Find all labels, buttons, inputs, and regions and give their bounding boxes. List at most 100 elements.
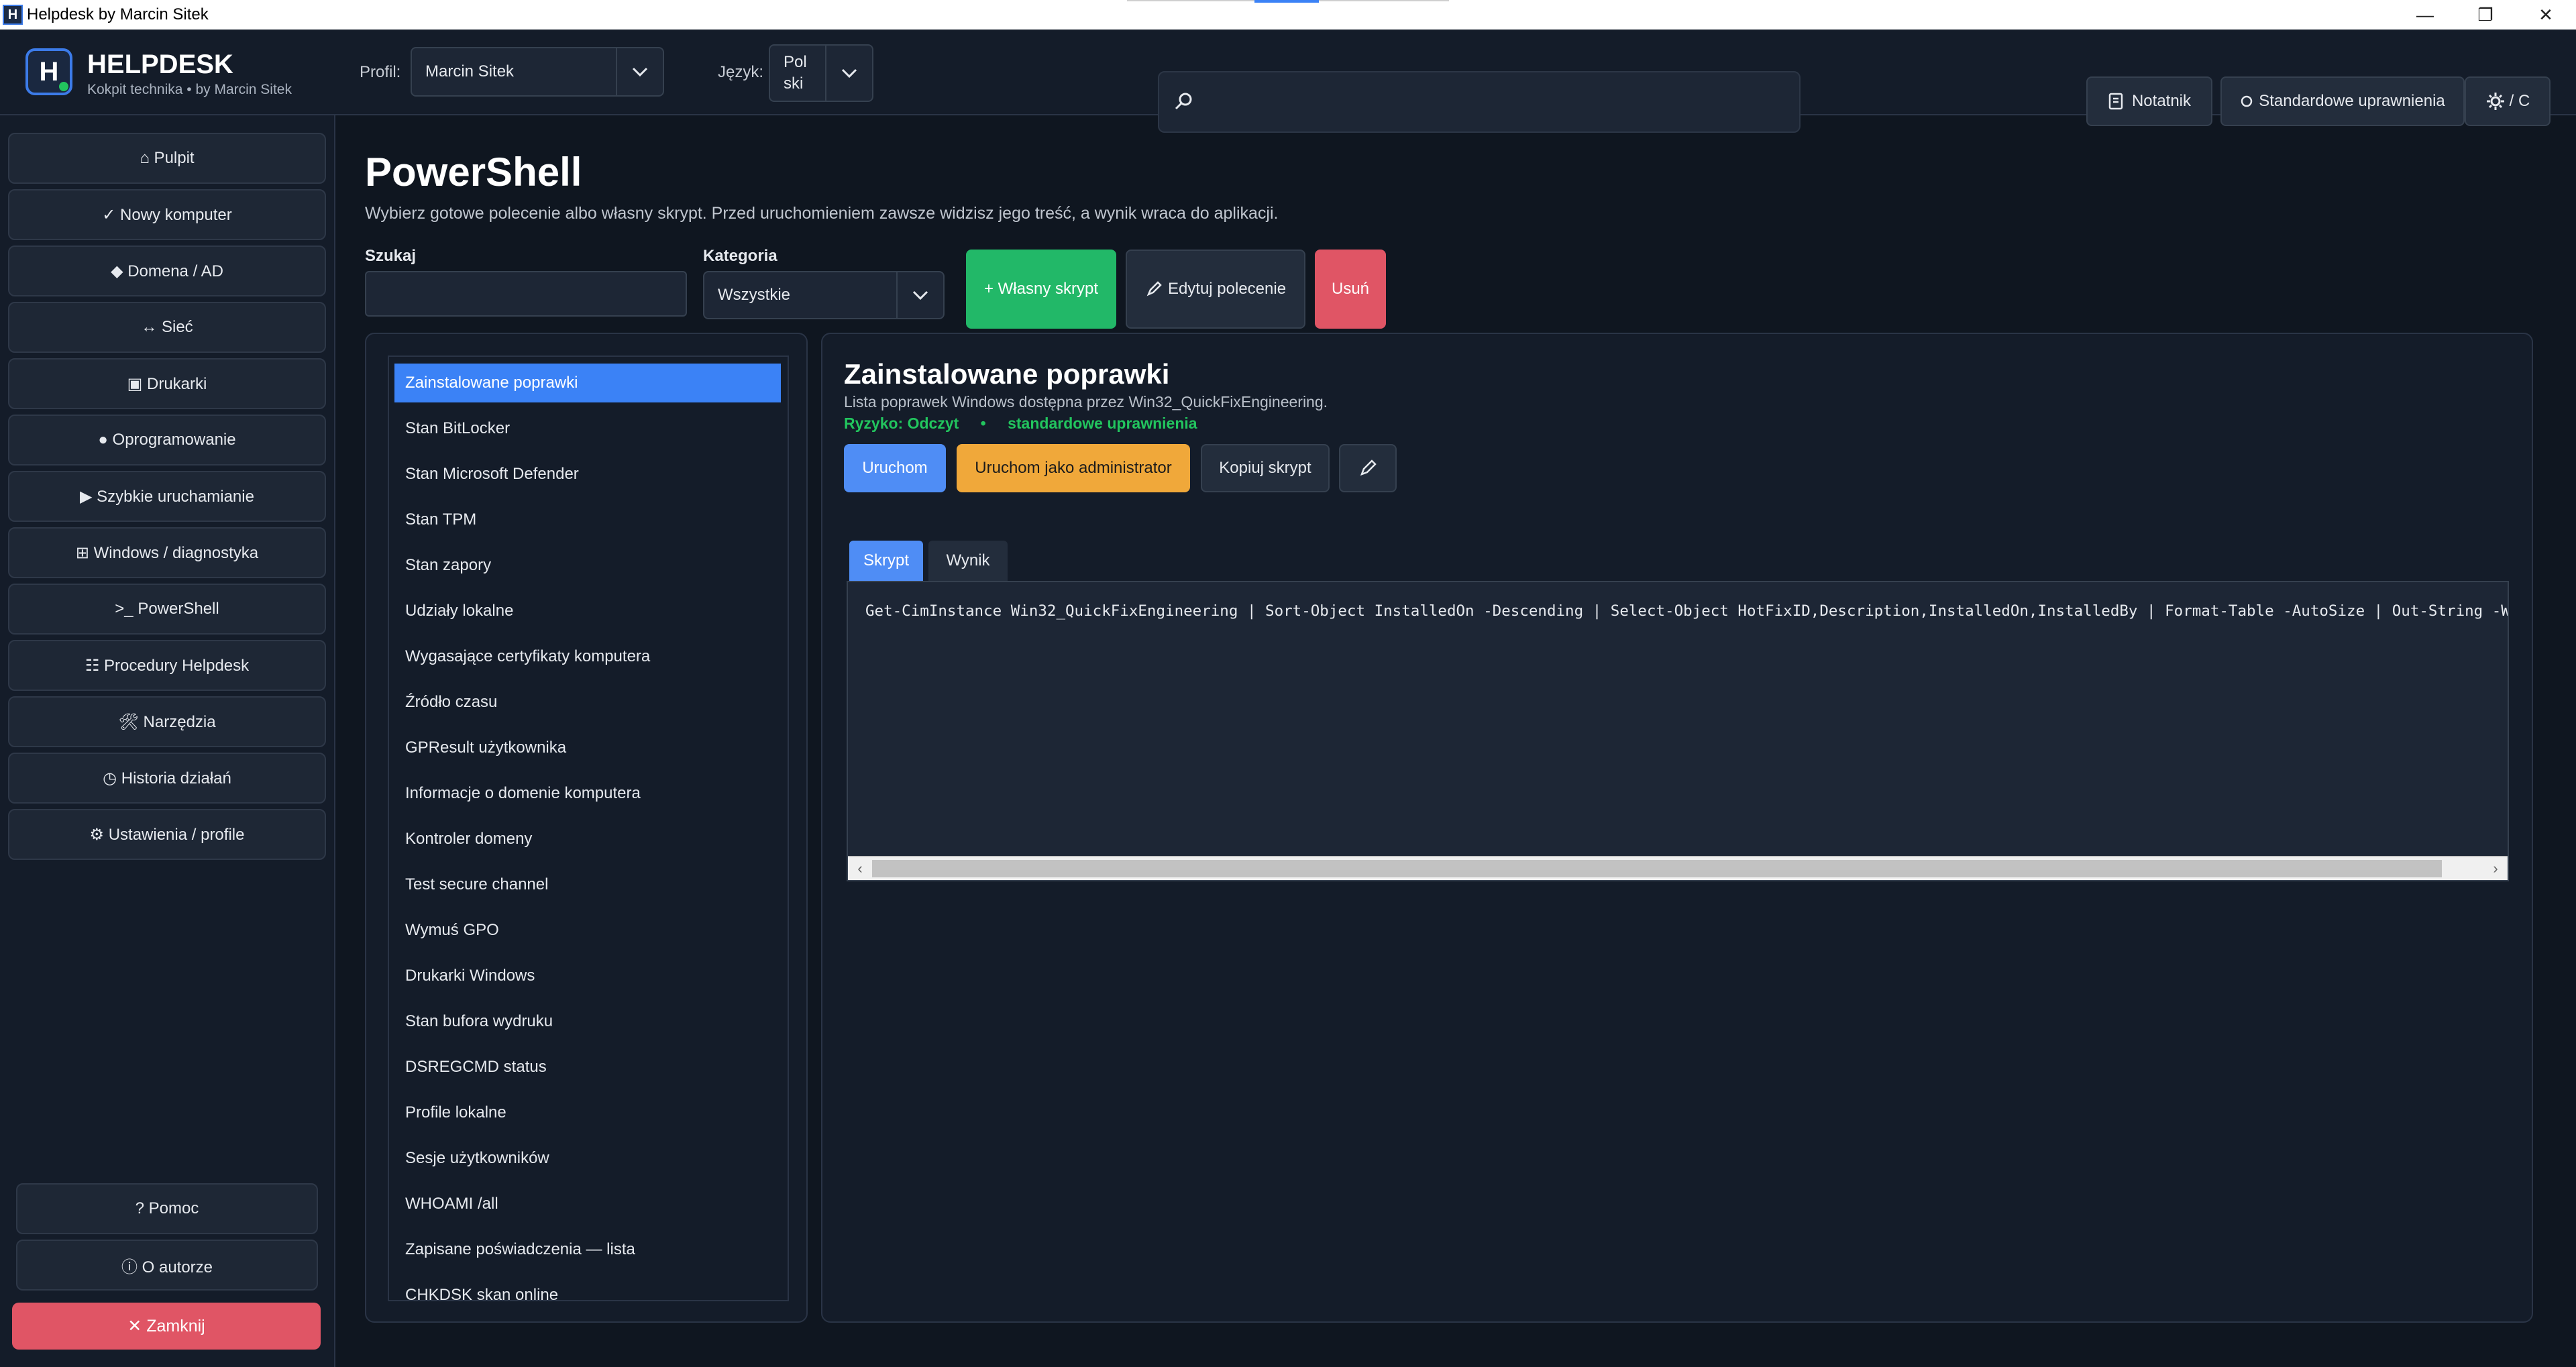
- sidebar-item-siec[interactable]: ↔ Sieć: [8, 302, 326, 353]
- script-text: Get-CimInstance Win32_QuickFixEngineerin…: [865, 602, 2509, 620]
- list-item[interactable]: Drukarki Windows: [394, 956, 781, 995]
- list-item[interactable]: Wymuś GPO: [394, 911, 781, 950]
- sidebar-item-historia[interactable]: ◷ Historia działań: [8, 753, 326, 804]
- detail-description: Lista poprawek Windows dostępna przez Wi…: [844, 393, 1328, 411]
- sidebar-item-procedury[interactable]: ☷ Procedury Helpdesk: [8, 640, 326, 691]
- tab-script[interactable]: Skrypt: [849, 541, 923, 581]
- search-icon: [1175, 93, 1192, 110]
- sidebar-item-drukarki[interactable]: ▣ Drukarki: [8, 358, 326, 409]
- list-item[interactable]: Profile lokalne: [394, 1093, 781, 1132]
- delete-button[interactable]: Usuń: [1315, 250, 1386, 329]
- category-select[interactable]: Wszystkie: [703, 271, 945, 319]
- list-item[interactable]: Kontroler domeny: [394, 820, 781, 859]
- logo-status-dot: [59, 82, 68, 91]
- language-value: Pol ski: [784, 53, 807, 93]
- gear-icon: [2486, 93, 2504, 110]
- detail-title: Zainstalowane poprawki: [844, 358, 1170, 390]
- language-select[interactable]: Pol ski: [769, 44, 873, 102]
- brand-subtitle: Kokpit technika • by Marcin Sitek: [87, 82, 292, 97]
- edit-script-button[interactable]: [1339, 444, 1397, 492]
- script-viewer[interactable]: Get-CimInstance Win32_QuickFixEngineerin…: [847, 581, 2509, 881]
- list-item[interactable]: Źródło czasu: [394, 683, 781, 722]
- list-item[interactable]: Stan bufora wydruku: [394, 1002, 781, 1041]
- scroll-left-icon[interactable]: ‹: [848, 857, 872, 880]
- sidebar-item-oprogramowanie[interactable]: ● Oprogramowanie: [8, 415, 326, 466]
- scroll-right-icon[interactable]: ›: [2483, 857, 2508, 880]
- category-label: Kategoria: [703, 247, 777, 265]
- scrollbar-thumb[interactable]: [872, 860, 2442, 877]
- edit-command-label: Edytuj polecenie: [1167, 280, 1287, 298]
- exit-button[interactable]: ✕ Zamknij: [12, 1303, 321, 1350]
- list-item[interactable]: GPResult użytkownika: [394, 728, 781, 767]
- brand-title: HELPDESK: [87, 50, 233, 79]
- command-search-input[interactable]: [365, 271, 687, 317]
- permissions-label: Standardowe uprawnienia: [2259, 92, 2445, 110]
- page-description: Wybierz gotowe polecenie albo własny skr…: [365, 204, 1279, 223]
- chevron-down-icon: [616, 48, 663, 95]
- sidebar-item-ustawienia[interactable]: ⚙ Ustawienia / profile: [8, 809, 326, 860]
- run-button[interactable]: Uruchom: [844, 444, 946, 492]
- window-titlebar: H Helpdesk by Marcin Sitek — ❐ ✕: [0, 0, 2576, 30]
- pencil-icon: [1146, 281, 1162, 296]
- app-logo: H: [25, 48, 72, 95]
- chevron-down-icon: [896, 272, 943, 318]
- restore-button[interactable]: ❐: [2455, 0, 2516, 30]
- app-icon: H: [3, 5, 23, 25]
- sidebar-item-nowy-komputer[interactable]: ✓ Nowy komputer: [8, 189, 326, 240]
- minimize-button[interactable]: —: [2395, 0, 2455, 30]
- list-item[interactable]: Udziały lokalne: [394, 592, 781, 631]
- risk-separator: •: [980, 415, 986, 432]
- list-item[interactable]: Zainstalowane poprawki: [394, 364, 781, 402]
- required-permissions: standardowe uprawnienia: [1008, 415, 1197, 432]
- risk-level: Ryzyko: Odczyt: [844, 415, 959, 432]
- profile-value: Marcin Sitek: [425, 62, 515, 80]
- tab-result[interactable]: Wynik: [928, 541, 1008, 581]
- list-item[interactable]: Stan TPM: [394, 500, 781, 539]
- list-item[interactable]: Stan BitLocker: [394, 409, 781, 448]
- help-button[interactable]: ? Pomoc: [16, 1183, 318, 1234]
- logo-letter: H: [39, 56, 59, 87]
- notes-button-label: Notatnik: [2131, 92, 2192, 110]
- language-label: Język:: [718, 63, 764, 81]
- list-item[interactable]: Zapisane poświadczenia — lista: [394, 1230, 781, 1269]
- list-item[interactable]: Informacje o domenie komputera: [394, 774, 781, 813]
- list-item[interactable]: Test secure channel: [394, 865, 781, 904]
- custom-script-button[interactable]: + Własny skrypt: [966, 250, 1116, 329]
- copy-script-button[interactable]: Kopiuj skrypt: [1201, 444, 1330, 492]
- risk-info: Ryzyko: Odczyt • standardowe uprawnienia: [844, 415, 1197, 433]
- profile-select[interactable]: Marcin Sitek: [411, 47, 664, 97]
- app-header: H HELPDESK Kokpit technika • by Marcin S…: [0, 30, 2576, 133]
- search-label: Szukaj: [365, 247, 417, 265]
- sidebar-item-powershell[interactable]: >_ PowerShell: [8, 584, 326, 635]
- about-button[interactable]: ⓘ O autorze: [16, 1240, 318, 1291]
- run-as-admin-button[interactable]: Uruchom jako administrator: [957, 444, 1190, 492]
- list-item[interactable]: CHKDSK skan online: [394, 1276, 781, 1300]
- pencil-icon: [1360, 459, 1377, 476]
- notes-button[interactable]: Notatnik: [2086, 76, 2212, 126]
- window-title: Helpdesk by Marcin Sitek: [27, 5, 209, 23]
- global-search-input[interactable]: [1158, 71, 1801, 133]
- list-item[interactable]: DSREGCMD status: [394, 1048, 781, 1087]
- category-value: Wszystkie: [718, 286, 790, 304]
- profile-label: Profil:: [360, 63, 401, 81]
- command-list: Zainstalowane poprawki Stan BitLocker St…: [388, 356, 789, 1301]
- sidebar-item-domena[interactable]: ◆ Domena / AD: [8, 245, 326, 296]
- list-item[interactable]: WHOAMI /all: [394, 1185, 781, 1223]
- page-title: PowerShell: [365, 150, 582, 195]
- list-item[interactable]: Wygasające certyfikaty komputera: [394, 637, 781, 676]
- settings-button[interactable]: / C: [2465, 76, 2551, 126]
- permissions-toggle[interactable]: Standardowe uprawnienia: [2220, 76, 2465, 126]
- chevron-down-icon: [825, 46, 872, 101]
- sidebar-item-windows[interactable]: ⊞ Windows / diagnostyka: [8, 527, 326, 578]
- horizontal-scrollbar[interactable]: ‹ ›: [848, 856, 2508, 880]
- list-item[interactable]: Sesje użytkowników: [394, 1139, 781, 1178]
- sidebar-item-szybkie-uruchamianie[interactable]: ▶ Szybkie uruchamianie: [8, 471, 326, 522]
- sidebar-item-narzedzia[interactable]: 🛠 Narzędzia: [8, 696, 326, 747]
- titlebar-accent: [1254, 0, 1319, 3]
- list-item[interactable]: Stan zapory: [394, 546, 781, 585]
- edit-command-button[interactable]: Edytuj polecenie: [1126, 250, 1305, 329]
- sidebar-item-pulpit[interactable]: ⌂ Pulpit: [8, 133, 326, 184]
- close-window-button[interactable]: ✕: [2516, 0, 2576, 30]
- settings-button-label: / C: [2509, 92, 2530, 110]
- list-item[interactable]: Stan Microsoft Defender: [394, 455, 781, 494]
